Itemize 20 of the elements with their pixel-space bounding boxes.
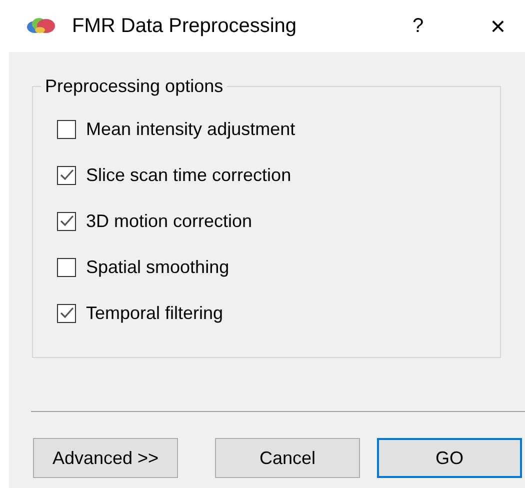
checkbox[interactable] xyxy=(57,166,76,184)
brain-icon xyxy=(26,16,56,36)
check-icon xyxy=(60,215,74,227)
checkbox[interactable] xyxy=(57,258,76,276)
checkbox-label: Mean intensity adjustment xyxy=(86,118,296,141)
checkbox[interactable] xyxy=(57,304,76,322)
checkbox-label: Temporal filtering xyxy=(86,302,224,325)
window-title: FMR Data Preprocessing xyxy=(72,14,297,39)
dialog-button[interactable]: Cancel xyxy=(215,438,360,478)
checkbox[interactable] xyxy=(57,212,76,230)
check-icon xyxy=(60,169,74,181)
dialog-button[interactable]: Advanced >> xyxy=(33,438,178,478)
close-button[interactable]: × xyxy=(483,6,513,46)
checkbox-label: Spatial smoothing xyxy=(86,256,230,279)
checkbox[interactable] xyxy=(57,120,76,138)
dialog-button[interactable]: GO xyxy=(377,438,522,478)
checkbox-label: 3D motion correction xyxy=(86,210,252,233)
help-button[interactable]: ? xyxy=(403,11,433,41)
checkbox-label: Slice scan time correction xyxy=(86,164,292,187)
check-icon xyxy=(60,307,74,319)
